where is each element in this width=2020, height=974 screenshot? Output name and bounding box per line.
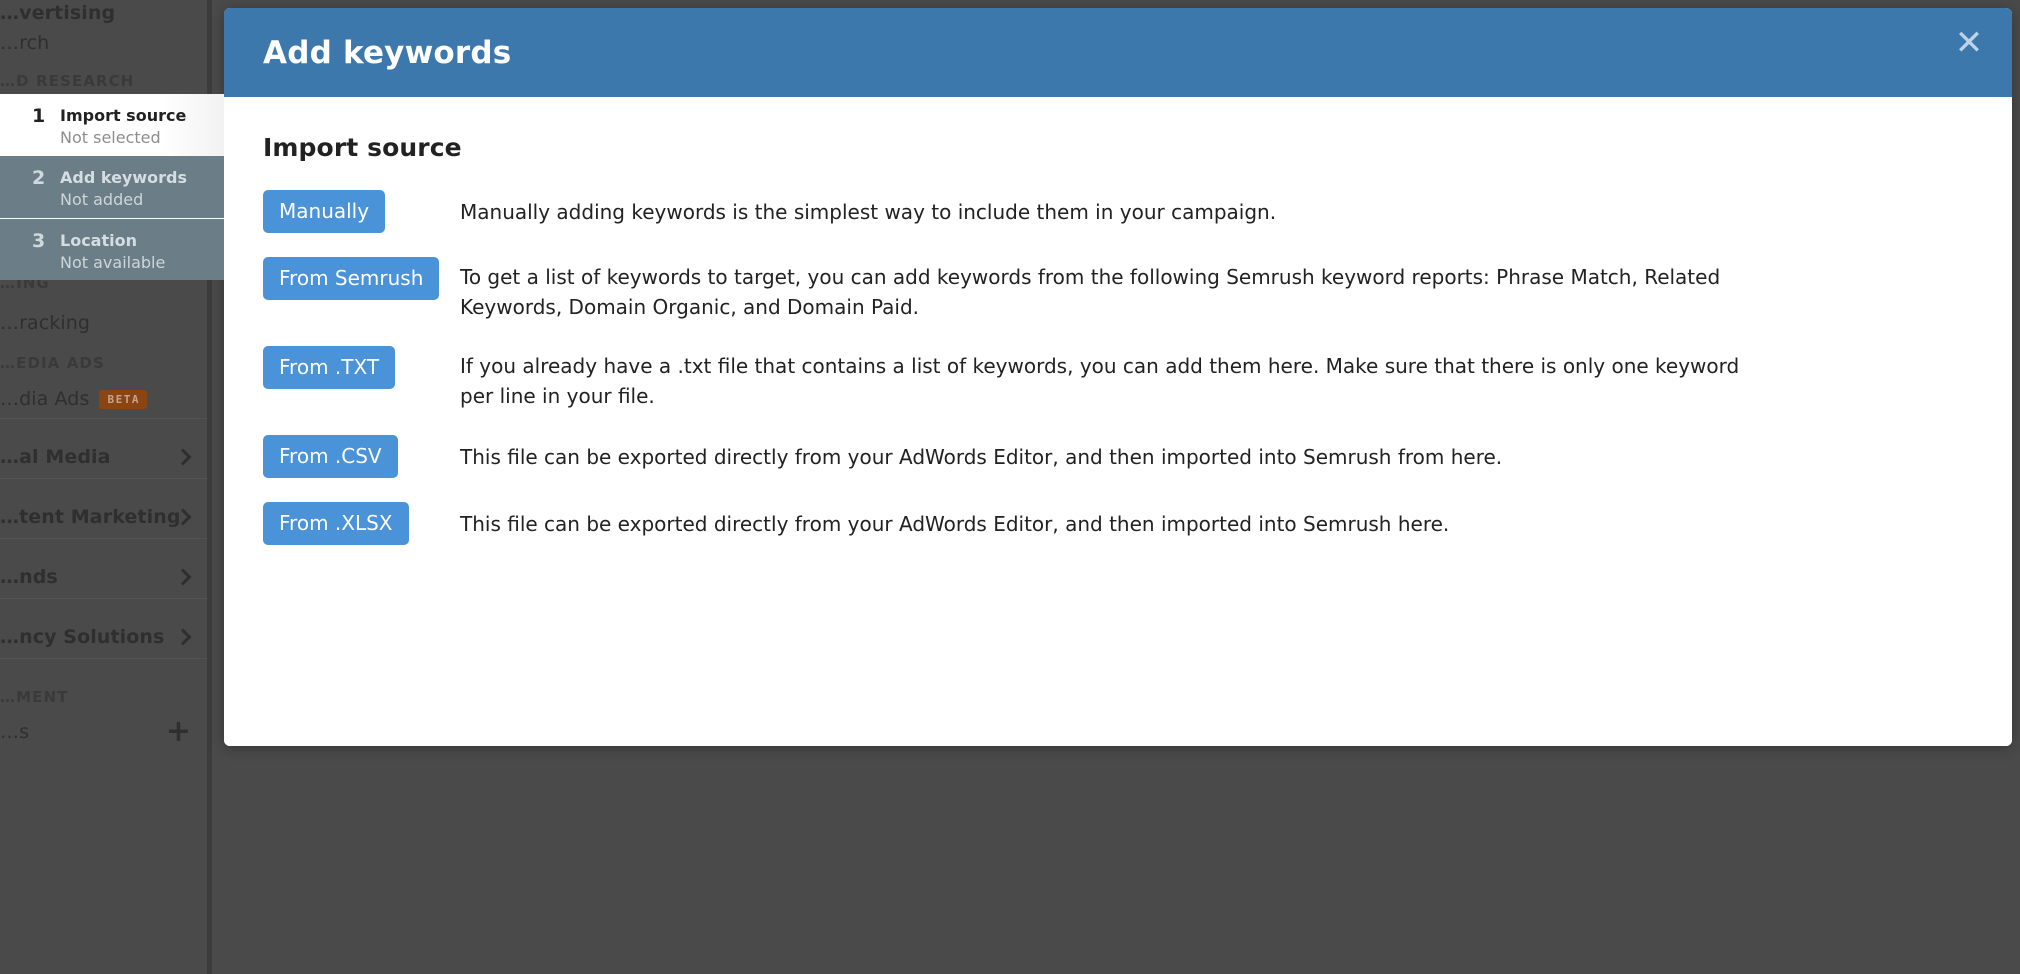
sidebar-divider <box>0 478 207 479</box>
import-source-button-cell: From Semrush <box>263 255 460 300</box>
wizard-step-3[interactable]: 3 Location Not available <box>0 218 224 280</box>
wizard-step-title: Add keywords <box>60 168 187 187</box>
sidebar-item-search[interactable]: …rch <box>0 26 207 60</box>
sidebar-section-label: …EDIA ADS <box>0 354 105 372</box>
import-source-description: If you already have a .txt file that con… <box>460 354 1740 408</box>
chevron-right-icon <box>174 628 192 646</box>
sidebar-item-label: …nds <box>0 566 58 588</box>
modal-header: Add keywords ✕ <box>224 8 2012 97</box>
sidebar-item-label: …racking <box>0 312 91 334</box>
import-source-description: This file can be exported directly from … <box>460 445 1503 469</box>
sidebar-item-label: …dia Ads <box>0 388 90 410</box>
wizard-step-2[interactable]: 2 Add keywords Not added <box>0 156 224 218</box>
chevron-right-icon <box>174 568 192 586</box>
wizard-step-status: Not available <box>60 253 166 272</box>
sidebar-item-social-media[interactable]: …al Media <box>0 440 207 474</box>
import-source-button-cell: From .XLSX <box>263 500 460 545</box>
import-source-button-cell: From .CSV <box>263 433 460 478</box>
sidebar-item-label: …al Media <box>0 446 111 468</box>
beta-badge: BETA <box>99 389 147 409</box>
sidebar-divider <box>0 418 207 419</box>
sidebar-item-display-ads[interactable]: …dia Ads BETA <box>0 382 207 416</box>
import-source-button-from-csv[interactable]: From .CSV <box>263 435 398 478</box>
import-source-button-cell: Manually <box>263 188 460 233</box>
import-source-description: Manually adding keywords is the simplest… <box>460 200 1277 224</box>
sidebar-item-management: …MENT <box>0 686 207 708</box>
import-source-description: To get a list of keywords to target, you… <box>460 265 1721 319</box>
wizard-steps: 1 Import source Not selected 2 Add keywords N… <box>0 94 224 280</box>
sidebar-divider <box>0 598 207 599</box>
sidebar-divider <box>0 658 207 659</box>
import-source-button-manually[interactable]: Manually <box>263 190 386 233</box>
wizard-step-number: 3 <box>32 230 46 252</box>
import-source-row: From Semrush To get a list of keywords to… <box>263 255 1973 322</box>
import-source-heading: Import source <box>263 133 462 162</box>
wizard-step-1[interactable]: 1 Import source Not selected <box>0 94 224 156</box>
import-source-button-from-txt[interactable]: From .TXT <box>263 346 396 389</box>
sidebar-item-trends[interactable]: …nds <box>0 560 207 594</box>
sidebar-section-label: …D RESEARCH <box>0 72 135 90</box>
import-source-description: This file can be exported directly from … <box>460 512 1450 536</box>
sidebar-divider <box>0 538 207 539</box>
sidebar-item-label: …s <box>0 721 30 743</box>
import-source-button-cell: From .TXT <box>263 344 460 389</box>
screen: …vertising…rch…D RESEARCH…Gap…Ma…Ma…ord…… <box>0 0 2020 974</box>
sidebar-item-position-tracking[interactable]: …racking <box>0 306 207 340</box>
modal-body: Import source Manually Manually adding ke… <box>224 97 2012 746</box>
import-source-row: Manually Manually adding keywords is the … <box>263 188 1973 233</box>
wizard-step-number: 2 <box>32 167 46 189</box>
sidebar-item-content-marketing[interactable]: …tent Marketing <box>0 500 207 534</box>
sidebar-item-kw-research: …D RESEARCH <box>0 70 207 92</box>
import-source-row: From .CSV This file can be exported direc… <box>263 433 1973 478</box>
chevron-right-icon <box>174 448 192 466</box>
sidebar-item-label: …tent Marketing <box>0 506 181 528</box>
wizard-step-number: 1 <box>32 105 46 127</box>
sidebar-item-label: …rch <box>0 32 50 54</box>
close-icon[interactable]: ✕ <box>1948 22 1990 64</box>
sidebar-item-media-ads-section: …EDIA ADS <box>0 352 207 374</box>
wizard-step-status: Not added <box>60 190 144 209</box>
sidebar-section-label: …MENT <box>0 688 69 706</box>
sidebar-item-label: …ncy Solutions <box>0 626 165 648</box>
plus-icon[interactable]: + <box>166 717 191 747</box>
add-keywords-modal: Add keywords ✕ Import source Manually Man… <box>224 8 2012 746</box>
wizard-step-status: Not selected <box>60 128 161 147</box>
sidebar-item-agency-solutions[interactable]: …ncy Solutions <box>0 620 207 654</box>
import-source-row: From .TXT If you already have a .txt file… <box>263 344 1973 411</box>
import-source-button-from-semrush[interactable]: From Semrush <box>263 257 440 300</box>
sidebar-item-label: …vertising <box>0 2 116 24</box>
sidebar-item-projects[interactable]: …s + <box>0 715 207 749</box>
import-source-row: From .XLSX This file can be exported dire… <box>263 500 1973 545</box>
modal-title: Add keywords <box>263 34 512 71</box>
wizard-step-title: Location <box>60 231 137 250</box>
import-source-button-from-xlsx[interactable]: From .XLSX <box>263 502 409 545</box>
import-source-list: Manually Manually adding keywords is the … <box>263 188 1973 545</box>
wizard-step-title: Import source <box>60 106 187 125</box>
